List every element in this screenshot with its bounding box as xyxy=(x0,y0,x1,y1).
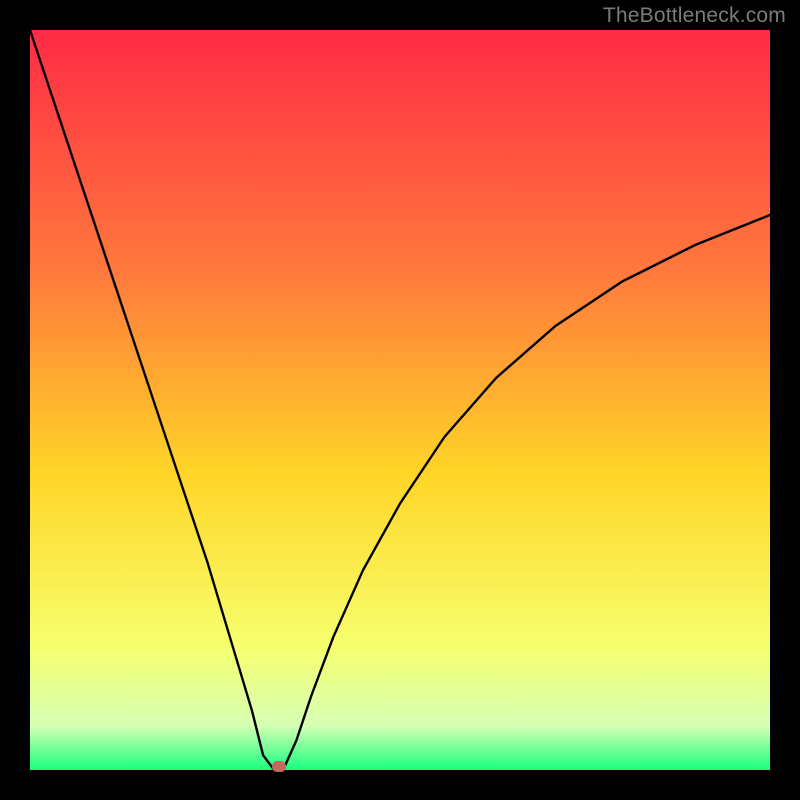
gradient-background xyxy=(30,30,770,770)
chart-frame: TheBottleneck.com xyxy=(0,0,800,800)
optimum-marker xyxy=(272,761,286,772)
bottleneck-chart xyxy=(30,30,770,770)
watermark-text: TheBottleneck.com xyxy=(603,4,786,28)
